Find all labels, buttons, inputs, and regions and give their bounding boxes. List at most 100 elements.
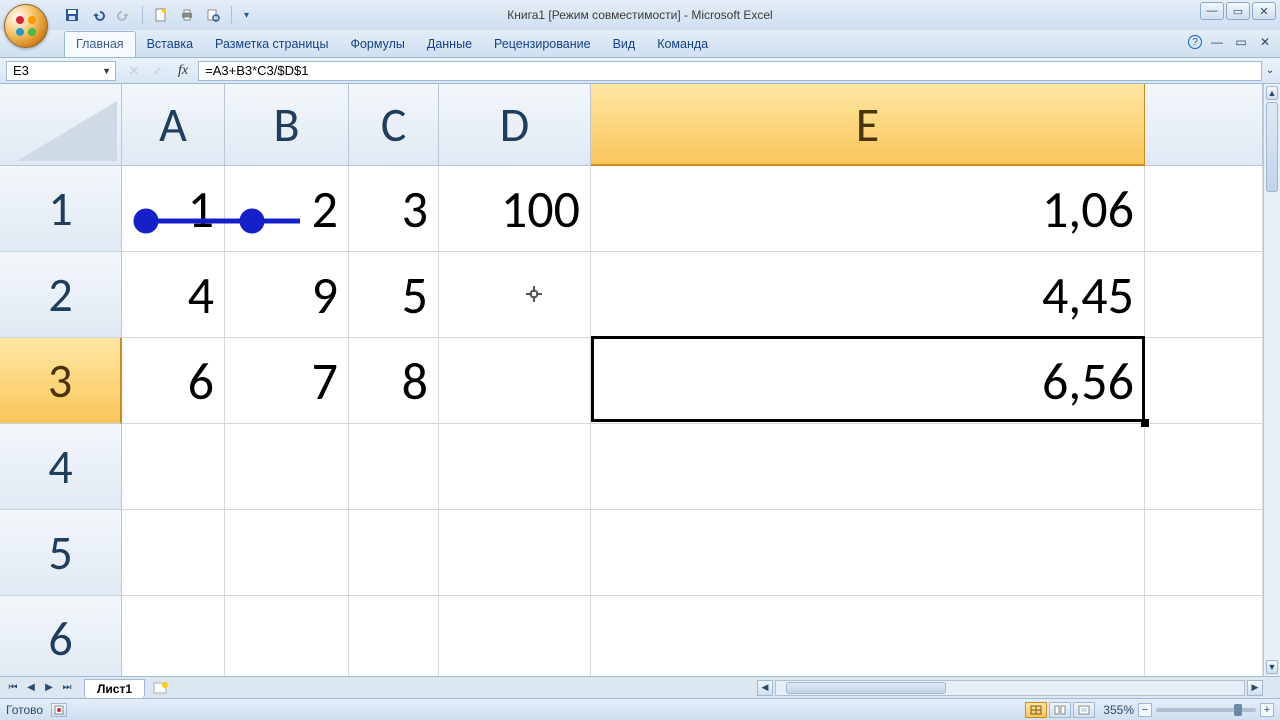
tab-insert[interactable]: Вставка <box>136 32 204 57</box>
insert-function-button[interactable]: fx <box>172 63 194 79</box>
cell-D1[interactable]: 100 <box>439 166 591 252</box>
cell-A1[interactable]: 1 <box>122 166 225 252</box>
first-sheet-icon[interactable]: ⏮ <box>4 679 22 697</box>
cell-E6[interactable] <box>591 596 1145 676</box>
row-header-1[interactable]: 1 <box>0 166 122 252</box>
cell-E3[interactable]: 6,56 <box>591 338 1145 424</box>
horizontal-scroll-thumb[interactable] <box>786 682 946 694</box>
tab-data[interactable]: Данные <box>416 32 483 57</box>
cell-blank[interactable] <box>1145 252 1263 338</box>
workbook-minimize-button[interactable]: — <box>1208 34 1226 50</box>
cell-E5[interactable] <box>591 510 1145 596</box>
help-icon[interactable]: ? <box>1188 35 1202 49</box>
cell-A4[interactable] <box>122 424 225 510</box>
maximize-button[interactable]: ▭ <box>1226 2 1250 20</box>
undo-icon[interactable] <box>88 5 108 25</box>
cell-blank[interactable] <box>1145 510 1263 596</box>
minimize-button[interactable]: — <box>1200 2 1224 20</box>
vertical-scroll-thumb[interactable] <box>1266 102 1278 192</box>
vertical-scrollbar[interactable]: ▲ ▼ <box>1263 84 1280 676</box>
scroll-up-arrow-icon[interactable]: ▲ <box>1266 86 1278 100</box>
enter-formula-icon[interactable]: ✓ <box>148 61 168 81</box>
cell-grid[interactable]: A B C D E 1 1 2 3 100 1,06 2 4 9 <box>0 84 1263 676</box>
cell-B5[interactable] <box>225 510 349 596</box>
column-header-B[interactable]: B <box>225 84 349 166</box>
cell-blank[interactable] <box>1145 338 1263 424</box>
cell-C3[interactable]: 8 <box>349 338 439 424</box>
cell-B1[interactable]: 2 <box>225 166 349 252</box>
column-header-E[interactable]: E <box>591 84 1145 166</box>
column-header-D[interactable]: D <box>439 84 591 166</box>
tab-team[interactable]: Команда <box>646 32 719 57</box>
cell-C2[interactable]: 5 <box>349 252 439 338</box>
new-sheet-icon[interactable] <box>151 680 171 696</box>
scroll-right-arrow-icon[interactable]: ▶ <box>1247 680 1263 696</box>
cell-D3[interactable] <box>439 338 591 424</box>
workbook-close-button[interactable]: ✕ <box>1256 34 1274 50</box>
cell-E1[interactable]: 1,06 <box>591 166 1145 252</box>
cell-A3[interactable]: 6 <box>122 338 225 424</box>
cell-B2[interactable]: 9 <box>225 252 349 338</box>
cell-C5[interactable] <box>349 510 439 596</box>
horizontal-scrollbar[interactable]: ◀ ▶ <box>757 677 1280 698</box>
view-page-layout-icon[interactable] <box>1049 702 1071 718</box>
next-sheet-icon[interactable]: ▶ <box>40 679 58 697</box>
row-header-6[interactable]: 6 <box>0 596 122 676</box>
cell-blank[interactable] <box>1145 596 1263 676</box>
row-header-5[interactable]: 5 <box>0 510 122 596</box>
zoom-slider-thumb[interactable] <box>1234 704 1242 716</box>
column-header-blank[interactable] <box>1145 84 1263 166</box>
sheet-tab-1[interactable]: Лист1 <box>84 679 145 698</box>
zoom-slider[interactable] <box>1156 708 1256 712</box>
office-button[interactable] <box>4 4 58 58</box>
cell-blank[interactable] <box>1145 166 1263 252</box>
expand-formula-bar-icon[interactable]: ⌄ <box>1262 61 1278 81</box>
row-header-4[interactable]: 4 <box>0 424 122 510</box>
macro-record-icon[interactable] <box>51 703 67 717</box>
cell-D6[interactable] <box>439 596 591 676</box>
cancel-formula-icon[interactable]: ✕ <box>124 61 144 81</box>
tab-review[interactable]: Рецензирование <box>483 32 602 57</box>
formula-input[interactable]: =A3+B3*C3/$D$1 <box>198 61 1262 81</box>
cell-A6[interactable] <box>122 596 225 676</box>
tab-formulas[interactable]: Формулы <box>339 32 415 57</box>
cell-D2[interactable] <box>439 252 591 338</box>
cell-E4[interactable] <box>591 424 1145 510</box>
new-file-icon[interactable] <box>151 5 171 25</box>
cell-E2[interactable]: 4,45 <box>591 252 1145 338</box>
prev-sheet-icon[interactable]: ◀ <box>22 679 40 697</box>
cell-blank[interactable] <box>1145 424 1263 510</box>
redo-icon[interactable] <box>114 5 134 25</box>
cell-C6[interactable] <box>349 596 439 676</box>
cell-A5[interactable] <box>122 510 225 596</box>
column-header-A[interactable]: A <box>122 84 225 166</box>
cell-C4[interactable] <box>349 424 439 510</box>
zoom-out-button[interactable]: − <box>1138 703 1152 717</box>
zoom-in-button[interactable]: + <box>1260 703 1274 717</box>
last-sheet-icon[interactable]: ⏭ <box>58 679 76 697</box>
chevron-down-icon[interactable]: ▼ <box>102 66 111 76</box>
tab-home[interactable]: Главная <box>64 31 136 57</box>
view-normal-icon[interactable] <box>1025 702 1047 718</box>
column-header-C[interactable]: C <box>349 84 439 166</box>
save-icon[interactable] <box>62 5 82 25</box>
workbook-restore-button[interactable]: ▭ <box>1232 34 1250 50</box>
cell-C1[interactable]: 3 <box>349 166 439 252</box>
scroll-left-arrow-icon[interactable]: ◀ <box>757 680 773 696</box>
print-preview-icon[interactable] <box>203 5 223 25</box>
name-box[interactable]: E3 ▼ <box>6 61 116 81</box>
tab-view[interactable]: Вид <box>602 32 647 57</box>
cell-B6[interactable] <box>225 596 349 676</box>
cell-B4[interactable] <box>225 424 349 510</box>
qat-customize-icon[interactable]: ▾ <box>240 10 253 21</box>
cell-A2[interactable]: 4 <box>122 252 225 338</box>
select-all-corner[interactable] <box>0 84 122 166</box>
row-header-2[interactable]: 2 <box>0 252 122 338</box>
cell-D5[interactable] <box>439 510 591 596</box>
row-header-3[interactable]: 3 <box>0 338 122 424</box>
view-page-break-icon[interactable] <box>1073 702 1095 718</box>
cell-D4[interactable] <box>439 424 591 510</box>
quick-print-icon[interactable] <box>177 5 197 25</box>
cell-B3[interactable]: 7 <box>225 338 349 424</box>
zoom-level[interactable]: 355% <box>1103 703 1134 717</box>
